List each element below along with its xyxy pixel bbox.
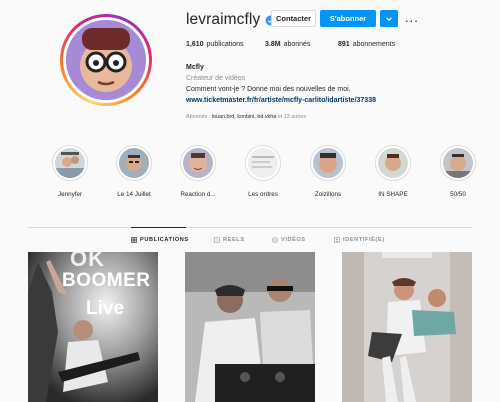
suggestions-dropdown-button[interactable]: [380, 10, 398, 27]
highlight-item[interactable]: Reaction d...: [176, 145, 220, 198]
post-overlay-text: OK: [70, 252, 105, 271]
following-stat[interactable]: 891 abonnements: [338, 41, 395, 48]
followed-by[interactable]: Abonnés : louan.brd, konbini, bd.vkha et…: [186, 114, 306, 120]
post-thumbnail[interactable]: [342, 252, 472, 402]
profile-link[interactable]: www.ticketmaster.fr/fr/artiste/mcfly-car…: [186, 97, 376, 104]
grid-icon: [131, 237, 137, 243]
profile-category: Créateur de vidéos: [186, 75, 246, 82]
followed-by-suffix: et 13 autres: [276, 114, 307, 120]
followers-stat[interactable]: 3.8M abonnés: [265, 41, 338, 48]
post-overlay-text: BOOMER: [62, 270, 151, 291]
tab-label: PUBLICATIONS: [140, 237, 189, 243]
profile-avatar-ring[interactable]: [60, 14, 152, 106]
options-button[interactable]: ...: [405, 11, 419, 24]
tab-label: IDENTIFIÉ(E): [343, 237, 385, 243]
highlight-item[interactable]: Jennyfer: [48, 145, 92, 198]
tab-tagged[interactable]: IDENTIFIÉ(E): [334, 237, 385, 243]
highlight-item[interactable]: Les ordres: [241, 145, 285, 198]
profile-avatar: [66, 20, 146, 100]
following-label: abonnements: [352, 41, 396, 48]
post-overlay-text: Live: [86, 298, 125, 319]
post-image: [342, 252, 472, 402]
tab-label: REELS: [223, 237, 245, 243]
active-tab-indicator: [131, 227, 186, 228]
highlight-cover: [183, 148, 213, 178]
highlight-item[interactable]: IN SHAPE: [371, 145, 415, 198]
post-thumbnail[interactable]: [185, 252, 315, 402]
tab-videos[interactable]: VIDÉOS: [272, 237, 306, 243]
highlight-label: Les ordres: [248, 191, 278, 198]
tab-publications[interactable]: PUBLICATIONS: [131, 237, 189, 243]
tabs-divider: [28, 227, 472, 228]
highlight-cover: [248, 148, 278, 178]
followed-by-prefix: Abonnés :: [186, 114, 212, 120]
followed-by-names: louan.brd, konbini, bd.vkha: [211, 114, 277, 120]
tab-reels[interactable]: REELS: [214, 237, 245, 243]
profile-full-name: Mcfly: [186, 64, 204, 71]
video-icon: [272, 237, 278, 243]
post-thumbnail[interactable]: OK BOOMER Live: [28, 252, 158, 402]
highlight-label: IN SHAPE: [378, 191, 408, 198]
highlight-label: Jennyfer: [57, 191, 83, 198]
highlight-label: 50/50: [450, 191, 466, 198]
profile-stats: 1,610 publications 3.8M abonnés 891 abon…: [186, 41, 395, 48]
tab-label: VIDÉOS: [281, 237, 306, 243]
follow-button[interactable]: S'abonner: [320, 10, 376, 27]
highlight-label: Le 14 Juillet: [117, 191, 151, 198]
post-image: [185, 252, 315, 402]
following-count: 891: [338, 41, 350, 48]
highlight-cover: [443, 148, 473, 178]
posts-stat: 1,610 publications: [186, 41, 262, 48]
chevron-down-icon: [386, 16, 392, 21]
posts-count: 1,610: [186, 41, 204, 48]
highlight-label: Reaction d...: [180, 191, 216, 198]
contact-button[interactable]: Contacter: [271, 10, 316, 27]
profile-username: levraimcfly: [186, 11, 261, 28]
tagged-icon: [334, 237, 340, 243]
highlight-item[interactable]: 50/50: [436, 145, 480, 198]
highlight-item[interactable]: Zoizillons: [306, 145, 350, 198]
highlight-cover: [378, 148, 408, 178]
highlight-cover: [55, 148, 85, 178]
followers-count: 3.8M: [265, 41, 281, 48]
reels-icon: [214, 237, 220, 243]
highlight-cover: [313, 148, 343, 178]
highlight-cover: [119, 148, 149, 178]
profile-bio: Comment vont-je ? Donne moi des nouvelle…: [186, 86, 351, 93]
highlight-label: Zoizillons: [314, 191, 342, 198]
posts-label: publications: [206, 41, 244, 48]
followers-label: abonnés: [283, 41, 311, 48]
highlight-item[interactable]: Le 14 Juillet: [112, 145, 156, 198]
